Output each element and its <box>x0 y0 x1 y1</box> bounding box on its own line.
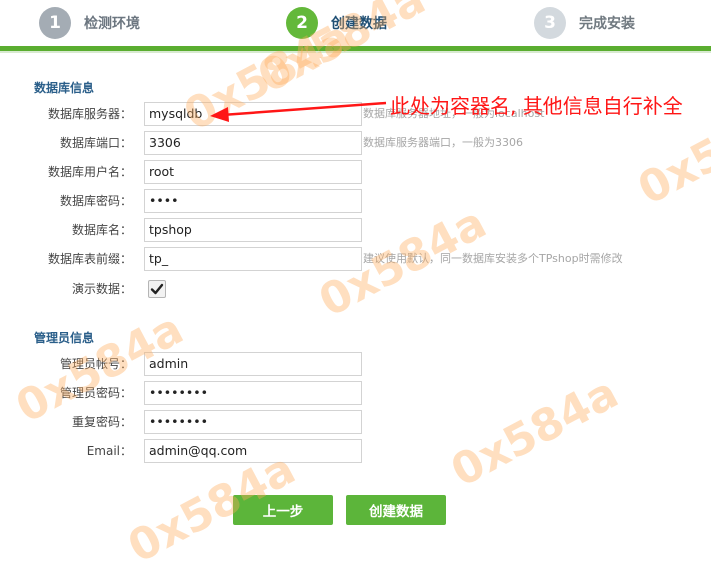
annotation-arrow-icon <box>210 101 387 122</box>
annotation-text: 此处为容器名, 其他信息自行补全 <box>390 94 683 118</box>
